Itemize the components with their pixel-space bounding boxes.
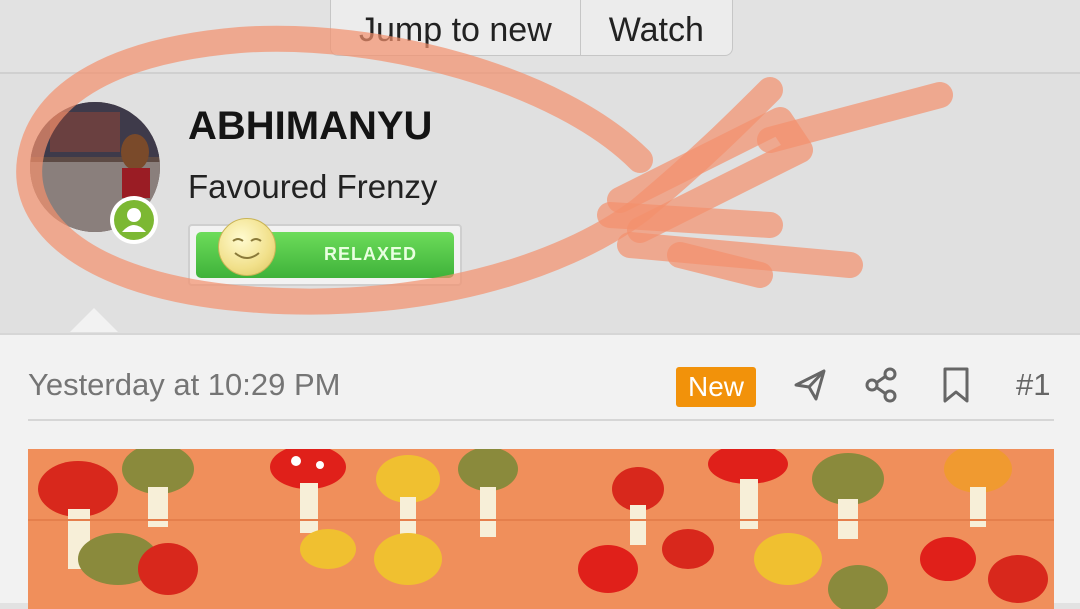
username[interactable]: ABHIMANYU	[188, 104, 432, 149]
watch-button[interactable]: Watch	[581, 0, 732, 55]
thread-toolbar: Jump to new Watch	[0, 0, 1080, 74]
post-user-block: ABHIMANYU Favoured Frenzy RELAXED	[0, 74, 1080, 333]
relaxed-smiley-icon	[218, 218, 276, 276]
post-body: Yesterday at 10:29 PM New #1	[0, 333, 1080, 609]
share-icon[interactable]	[862, 365, 902, 405]
mood-banner: RELAXED	[188, 218, 462, 286]
post-image[interactable]	[28, 449, 1054, 609]
user-title: Favoured Frenzy	[188, 168, 438, 205]
jump-to-new-button[interactable]: Jump to new	[331, 0, 581, 55]
new-badge: New	[676, 367, 756, 407]
message-pointer	[70, 308, 118, 332]
post-number[interactable]: #1	[1016, 367, 1050, 403]
bookmark-icon[interactable]	[936, 365, 976, 405]
watch-label: Watch	[608, 10, 704, 49]
thread-button-group: Jump to new Watch	[330, 0, 733, 56]
jump-to-new-label: Jump to new	[359, 10, 552, 49]
online-status-icon	[110, 196, 158, 244]
share-send-icon[interactable]	[790, 365, 830, 405]
post-date[interactable]: Yesterday at 10:29 PM	[28, 367, 341, 403]
post-divider	[28, 419, 1054, 421]
mood-label: RELAXED	[324, 244, 418, 264]
